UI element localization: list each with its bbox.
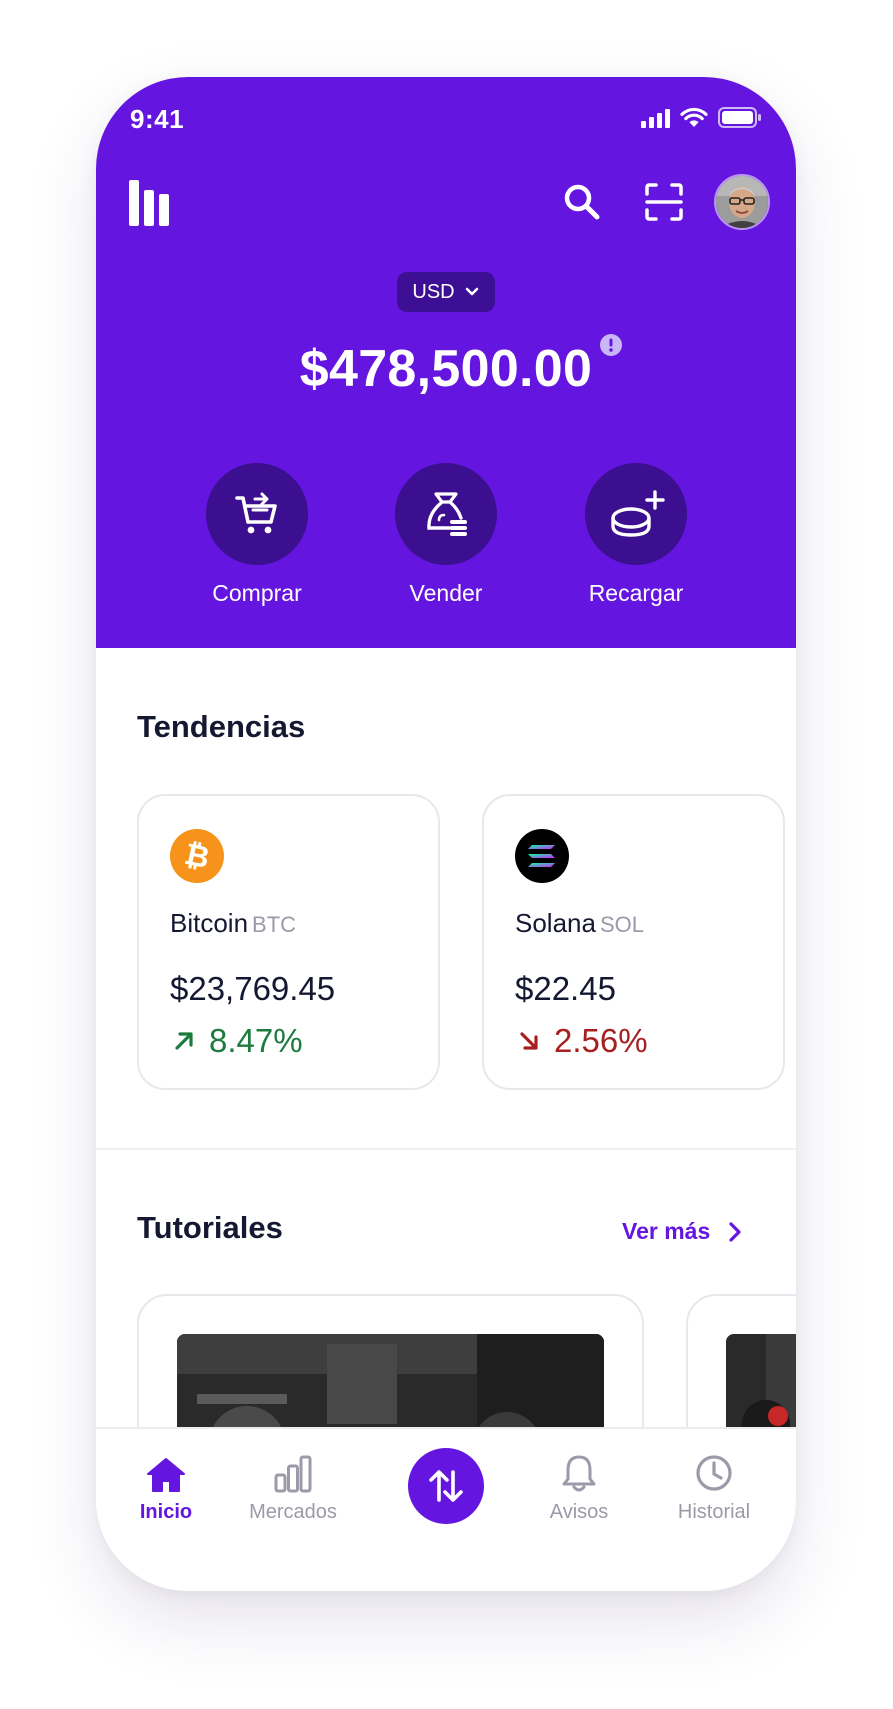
cellular-icon — [641, 108, 670, 128]
scan-icon — [645, 183, 683, 221]
arrow-down-right-icon — [520, 1032, 538, 1050]
coin-name-text: Bitcoin — [170, 908, 249, 938]
top-up-button[interactable]: Recargar — [566, 463, 706, 607]
section-divider — [96, 1148, 796, 1150]
coin-plus-icon — [611, 490, 665, 537]
coin-change-up: 8.47% — [173, 1022, 303, 1060]
sell-circle — [395, 463, 497, 565]
tutorials-title: Tutoriales — [137, 1210, 283, 1245]
currency-label: USD — [412, 280, 455, 303]
swap-arrows-icon — [429, 1470, 463, 1502]
wifi-icon — [680, 107, 708, 127]
chevron-down-icon — [465, 287, 478, 296]
sell-button[interactable]: Vender — [376, 463, 516, 607]
see-more-link[interactable]: Ver más — [622, 1218, 742, 1245]
solana-icon — [515, 829, 569, 883]
search-icon — [564, 184, 600, 220]
coin-change-down: 2.56% — [518, 1022, 648, 1060]
arrow-up-right-icon — [175, 1032, 193, 1050]
coin-ticker: SOL — [599, 912, 644, 937]
scan-button[interactable] — [636, 174, 692, 230]
balance-amount: $478,500.00 — [299, 340, 593, 398]
battery-icon — [718, 107, 761, 128]
swap-button[interactable] — [408, 1448, 484, 1524]
trend-card-solana[interactable]: Solana SOL $22.45 2.56% — [482, 794, 785, 1090]
coin-ticker: BTC — [252, 912, 297, 937]
buy-label: Comprar — [212, 580, 302, 606]
top-actions — [554, 174, 770, 230]
coin-price: $23,769.45 — [170, 970, 336, 1007]
nav-item-historial[interactable]: Historial — [654, 1429, 774, 1524]
bottom-nav: Inicio Mercados Avisos Historial — [96, 1427, 796, 1591]
home-icon — [147, 1458, 185, 1492]
see-more-label: Ver más — [622, 1218, 711, 1244]
nav-label: Mercados — [249, 1501, 337, 1523]
nav-label: Historial — [677, 1501, 751, 1523]
bars-logo-icon[interactable] — [129, 180, 175, 231]
coin-name-text: Solana — [515, 908, 596, 938]
coin-price: $22.45 — [515, 970, 616, 1007]
bitcoin-icon: ₿ — [170, 829, 224, 883]
avatar[interactable] — [714, 174, 770, 230]
nav-item-avisos[interactable]: Avisos — [519, 1429, 639, 1524]
coin-change-value: 2.56% — [554, 1022, 648, 1059]
buy-circle — [206, 463, 308, 565]
clock-icon — [696, 1455, 732, 1491]
bar-chart-icon — [274, 1455, 312, 1493]
nav-label: Inicio — [139, 1501, 193, 1523]
avatar-image — [716, 176, 768, 228]
phone-frame: 9:41 USD $478,500.00 Comprar Vender Reca… — [96, 77, 796, 1591]
top-up-circle — [585, 463, 687, 565]
trend-card-bitcoin[interactable]: ₿ Bitcoin BTC $23,769.45 8.47% — [137, 794, 440, 1090]
nav-label: Avisos — [549, 1501, 609, 1523]
sell-label: Vender — [409, 580, 483, 606]
status-icons — [640, 107, 762, 128]
currency-selector[interactable]: USD — [397, 272, 495, 312]
search-button[interactable] — [554, 174, 610, 230]
nav-item-mercados[interactable]: Mercados — [233, 1429, 353, 1524]
chevron-right-icon — [729, 1221, 741, 1242]
trends-title: Tendencias — [137, 709, 306, 744]
top-up-label: Recargar — [588, 580, 684, 606]
coin-change-value: 8.47% — [209, 1022, 303, 1059]
status-time: 9:41 — [130, 104, 185, 134]
coin-name: Bitcoin BTC — [170, 908, 296, 939]
info-icon[interactable] — [600, 334, 622, 356]
cart-icon — [235, 492, 277, 534]
buy-button[interactable]: Comprar — [187, 463, 327, 607]
money-bag-icon — [427, 492, 467, 536]
coin-name: Solana SOL — [515, 908, 644, 939]
bell-icon — [562, 1455, 596, 1492]
nav-item-inicio[interactable]: Inicio — [106, 1429, 226, 1524]
wallet-header: 9:41 USD $478,500.00 Comprar Vender Reca… — [96, 77, 796, 648]
